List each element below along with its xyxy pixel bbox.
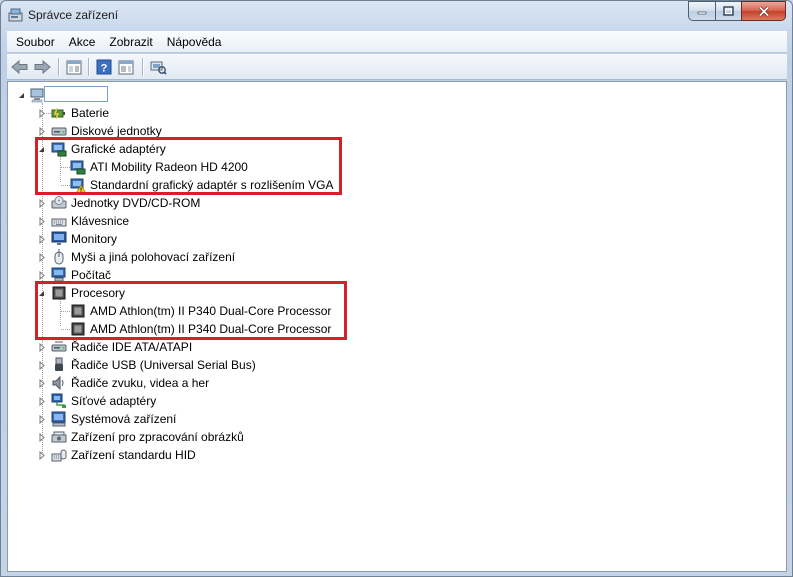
device-manager-app-icon <box>8 8 23 22</box>
tree-item-label: Jednotky DVD/CD-ROM <box>71 196 201 210</box>
toolbar-separator <box>58 58 59 76</box>
close-icon <box>758 5 769 17</box>
expand-arrow-icon[interactable] <box>37 433 46 442</box>
expand-arrow-icon[interactable] <box>37 199 46 208</box>
device-tree[interactable]: Baterie Diskové jednotky Grafické adapté… <box>7 81 787 572</box>
tree-item-monitory[interactable]: Monitory <box>8 230 408 248</box>
hid-icon <box>51 449 67 462</box>
tree-item-label: Klávesnice <box>71 214 130 228</box>
tree-item-radice-zvuku[interactable]: Řadiče zvuku, videa a her <box>8 374 408 392</box>
maximize-button[interactable] <box>715 1 741 21</box>
tree-item-sitove-adaptery[interactable]: Síťové adaptéry <box>8 392 408 410</box>
expand-arrow-icon[interactable] <box>37 109 46 118</box>
tree-item-label: Monitory <box>71 232 118 246</box>
dvd-drive-icon <box>51 196 67 209</box>
help-button[interactable]: ? <box>94 57 114 77</box>
minimize-icon <box>697 11 707 15</box>
menu-soubor[interactable]: Soubor <box>7 32 62 52</box>
title-bar[interactable]: Správce zařízení <box>1 1 792 31</box>
scan-hardware-icon <box>150 61 167 75</box>
highlight-box-processors <box>35 281 347 340</box>
back-button[interactable] <box>10 57 30 77</box>
caption-buttons <box>688 1 786 21</box>
usb-icon <box>55 357 63 371</box>
battery-icon <box>51 107 65 120</box>
scan-hardware-button[interactable] <box>148 57 168 77</box>
tree-item-label: Řadiče zvuku, videa a her <box>71 376 210 390</box>
tree-item-label: Zařízení pro zpracování obrázků <box>71 430 244 444</box>
tree-item-label: Řadiče USB (Universal Serial Bus) <box>71 358 256 372</box>
action-pane-icon <box>118 60 134 74</box>
root-label[interactable] <box>44 86 108 102</box>
expand-arrow-icon[interactable] <box>37 361 46 370</box>
properties-pane-icon <box>66 60 82 74</box>
properties-pane-button[interactable] <box>64 57 84 77</box>
back-icon <box>11 60 28 74</box>
tree-item-label: Myši a jiná polohovací zařízení <box>71 250 236 264</box>
svg-text:?: ? <box>101 63 108 75</box>
expand-arrow-icon[interactable] <box>37 271 46 280</box>
forward-icon <box>34 60 51 74</box>
expand-arrow-icon[interactable] <box>37 253 46 262</box>
toolbar: ? <box>7 54 787 80</box>
mouse-icon <box>54 249 64 265</box>
tree-item-zarizeni-obrazku[interactable]: Zařízení pro zpracování obrázků <box>8 428 408 446</box>
tree-item-jednotky-dvd[interactable]: Jednotky DVD/CD-ROM <box>8 194 408 212</box>
collapse-arrow-icon[interactable] <box>17 91 26 100</box>
device-manager-window: Správce zařízení Soubor Akce Zobrazit Ná… <box>0 0 793 577</box>
forward-button[interactable] <box>32 57 52 77</box>
imaging-device-icon <box>51 431 67 443</box>
toolbar-separator <box>142 58 143 76</box>
expand-arrow-icon[interactable] <box>37 343 46 352</box>
window-title: Správce zařízení <box>28 8 119 22</box>
tree-item-label: Řadiče IDE ATA/ATAPI <box>71 340 193 354</box>
tree-item-mysi[interactable]: Myši a jiná polohovací zařízení <box>8 248 408 266</box>
tree-item-label: Síťové adaptéry <box>71 394 157 408</box>
expand-arrow-icon[interactable] <box>37 451 46 460</box>
tree-item-systemova-zarizeni[interactable]: Systémová zařízení <box>8 410 408 428</box>
menu-zobrazit[interactable]: Zobrazit <box>102 32 159 52</box>
sound-icon <box>52 375 64 391</box>
tree-item-zarizeni-hid[interactable]: Zařízení standardu HID <box>8 446 408 464</box>
expand-arrow-icon[interactable] <box>37 379 46 388</box>
close-button[interactable] <box>741 1 786 21</box>
tree-item-klavesnice[interactable]: Klávesnice <box>8 212 408 230</box>
monitor-icon <box>51 231 67 245</box>
menu-akce[interactable]: Akce <box>62 32 103 52</box>
tree-item-label: Systémová zařízení <box>71 412 177 426</box>
tree-item-radice-ide[interactable]: Řadiče IDE ATA/ATAPI <box>8 338 408 356</box>
action-pane-button[interactable] <box>116 57 136 77</box>
system-device-icon <box>51 411 66 427</box>
maximize-icon <box>723 6 734 16</box>
computer-icon <box>30 88 44 103</box>
expand-arrow-icon[interactable] <box>37 235 46 244</box>
tree-item-baterie[interactable]: Baterie <box>8 104 408 122</box>
keyboard-icon <box>51 218 67 227</box>
highlight-box-graphics <box>35 137 342 195</box>
expand-arrow-icon[interactable] <box>37 217 46 226</box>
menu-bar: Soubor Akce Zobrazit Nápověda <box>7 31 787 53</box>
tree-item-label: Baterie <box>71 106 110 120</box>
expand-arrow-icon[interactable] <box>37 415 46 424</box>
tree-root[interactable] <box>8 86 208 104</box>
ide-controller-icon <box>51 341 67 352</box>
expand-arrow-icon[interactable] <box>37 397 46 406</box>
help-icon: ? <box>96 59 112 75</box>
network-adapter-icon <box>51 393 66 408</box>
tree-item-label: Zařízení standardu HID <box>71 448 196 462</box>
minimize-button[interactable] <box>688 1 715 21</box>
tree-item-radice-usb[interactable]: Řadiče USB (Universal Serial Bus) <box>8 356 408 374</box>
expand-arrow-icon[interactable] <box>37 127 46 136</box>
toolbar-separator <box>88 58 89 76</box>
menu-napoveda[interactable]: Nápověda <box>160 32 229 52</box>
